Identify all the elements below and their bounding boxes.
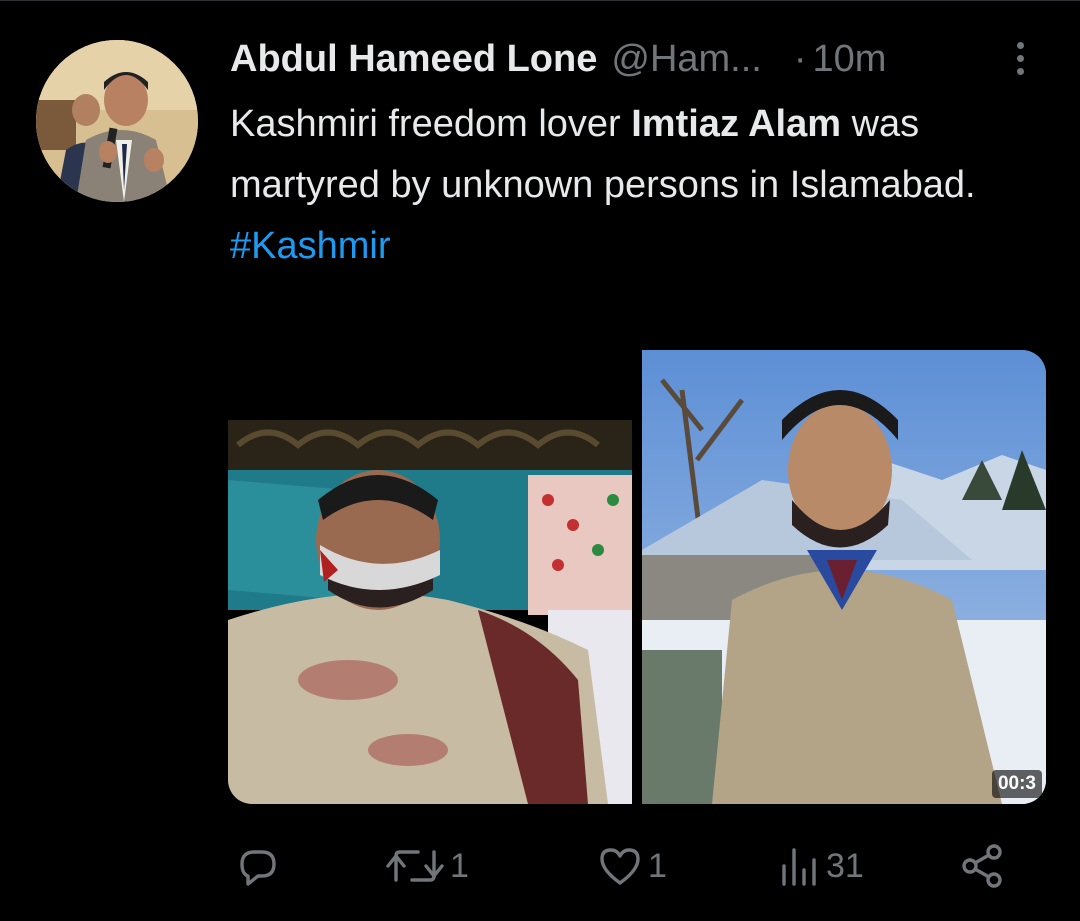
timestamp[interactable]: 10m — [813, 38, 887, 81]
views-count: 31 — [826, 846, 864, 885]
tweet-text-part1: Kashmiri freedom lover — [230, 103, 632, 145]
tweet-header: Abdul Hameed Lone @Ham... · 10m — [230, 34, 1050, 84]
media-image-left[interactable] — [228, 350, 632, 804]
retweet-button[interactable]: 1 — [384, 838, 469, 894]
avatar[interactable] — [36, 40, 198, 202]
reply-button[interactable] — [234, 838, 282, 894]
like-button[interactable]: 1 — [596, 838, 667, 894]
top-divider — [0, 0, 1080, 1]
tweet-text: Kashmiri freedom lover Imtiaz Alam was m… — [230, 94, 1050, 277]
views-button[interactable]: 31 — [778, 838, 864, 894]
avatar-photo — [36, 40, 198, 202]
video-thumbnail-man-outdoors — [642, 350, 1046, 804]
more-dot — [1016, 67, 1024, 75]
tweet-text-bold-name: Imtiaz Alam — [631, 103, 842, 145]
retweet-count: 1 — [450, 846, 469, 885]
photo-injured-man — [228, 350, 632, 804]
heart-icon — [600, 848, 640, 885]
more-dot — [1016, 41, 1024, 49]
more-options-icon[interactable] — [1004, 36, 1036, 80]
share-button[interactable] — [958, 838, 1006, 894]
more-dot — [1016, 54, 1024, 62]
views-chart-icon — [782, 848, 816, 886]
media-video-right[interactable]: 00:3 — [642, 350, 1046, 804]
action-bar: 1 1 31 — [0, 838, 1080, 894]
display-name[interactable]: Abdul Hameed Lone — [230, 38, 597, 81]
retweet-icon — [386, 850, 444, 882]
user-handle[interactable]: @Ham... — [611, 38, 761, 81]
like-count: 1 — [648, 846, 667, 885]
hashtag-link[interactable]: #Kashmir — [230, 225, 391, 267]
separator-dot: · — [793, 37, 807, 80]
reply-icon — [240, 850, 276, 886]
share-icon — [962, 844, 1002, 888]
video-timer: 00:3 — [991, 770, 1042, 798]
